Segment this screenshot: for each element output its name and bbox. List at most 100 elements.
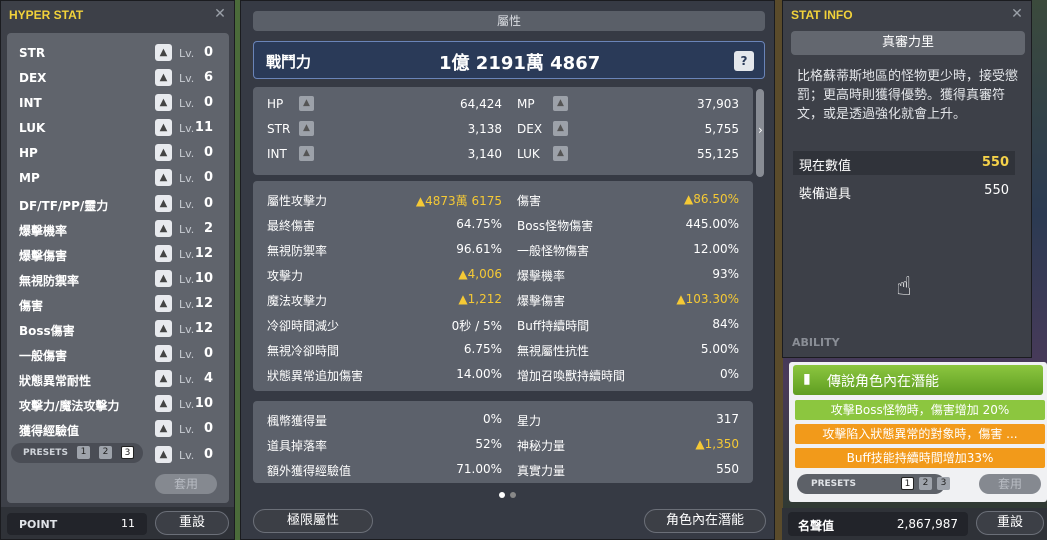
hyper-stat-name: 爆擊傷害 [19, 248, 68, 263]
level-prefix: Lv. [179, 373, 195, 387]
stat-up-button[interactable]: ▲ [299, 146, 314, 161]
level-up-button[interactable]: ▲ [155, 44, 172, 61]
stat-name: 屬性攻擊力 [267, 194, 328, 208]
hyper-stat-name: 無視防禦率 [19, 273, 80, 288]
stat-value: ▲4,006 [458, 267, 502, 281]
hyper-stat-row: INT ▲ Lv. 0 [7, 91, 229, 116]
stat-up-button[interactable]: ▲ [553, 146, 568, 161]
preset-button-1[interactable]: 1 [77, 446, 90, 459]
stat-name: 增加召喚獸持續時間 [517, 369, 626, 383]
ability-apply-button[interactable]: 套用 [979, 474, 1041, 494]
stat-up-button[interactable]: ▲ [299, 121, 314, 136]
hyper-stat-level: 10 [194, 270, 213, 286]
reset-button[interactable]: 重設 [155, 511, 229, 535]
level-up-button[interactable]: ▲ [155, 169, 172, 187]
hyper-stat-row: HP ▲ Lv. 0 [7, 141, 229, 166]
stat-value: 12.00% [693, 242, 739, 256]
stat-up-button[interactable]: ▲ [553, 121, 568, 136]
level-up-button[interactable]: ▲ [155, 144, 172, 162]
stat-window: 屬性 戰鬥力 1億 2191萬 4867 ? HP ▲ 64,424 MP ▲ 37,90… [240, 0, 775, 540]
close-icon[interactable]: ✕ [1010, 7, 1024, 21]
level-up-button[interactable]: ▲ [155, 294, 172, 312]
level-up-button[interactable]: ▲ [155, 345, 172, 363]
hyper-stat-level: 4 [203, 371, 213, 387]
level-up-button[interactable]: ▲ [155, 445, 172, 463]
level-up-button[interactable]: ▲ [155, 320, 172, 338]
hyper-bottom-bar: POINT 11 重設 [1, 507, 234, 539]
current-value-row: 現在數值 550 [793, 151, 1015, 175]
page-dot-1[interactable] [499, 492, 505, 498]
hyper-stat-row: 狀態異常耐性 ▲ Lv. 4 [7, 367, 229, 392]
stat-up-button[interactable]: ▲ [553, 96, 568, 111]
stat-value: 317 [716, 412, 739, 426]
level-up-button[interactable]: ▲ [155, 219, 172, 237]
current-value-label: 現在數值 [799, 159, 852, 174]
level-up-button[interactable]: ▲ [155, 244, 172, 262]
combat-power-label: 戰鬥力 [266, 53, 312, 71]
hyper-stat-name: DEX [19, 71, 47, 86]
hyper-stat-level: 0 [203, 170, 213, 186]
stat-value: 6.75% [463, 342, 502, 356]
ability-header: ▮ 傳說角色內在潛能 [793, 365, 1043, 395]
help-button[interactable]: ? [734, 51, 754, 71]
combat-power-bar: 戰鬥力 1億 2191萬 4867 ? [253, 41, 765, 79]
page-dots [499, 487, 521, 501]
equip-value-row: 裝備道具 550 [793, 179, 1015, 203]
info-subtitle: 真審力里 [791, 31, 1025, 55]
current-value: 550 [981, 155, 1009, 170]
level-prefix: Lv. [179, 297, 195, 311]
level-prefix: Lv. [179, 222, 195, 236]
chevron-right-icon[interactable]: › [758, 123, 763, 137]
stat-value: ▲86.50% [684, 192, 739, 206]
stat-value: 5,755 [704, 122, 739, 136]
ability-preset-2[interactable]: 2 [919, 477, 932, 490]
hyper-stat-row: DF/TF/PP/靈力 ▲ Lv. 0 [7, 192, 229, 217]
hyper-stat-name: HP [19, 146, 38, 161]
level-prefix: Lv. [179, 47, 195, 60]
limit-stat-button[interactable]: 極限屬性 [253, 509, 373, 533]
level-up-button[interactable]: ▲ [155, 94, 172, 112]
stat-name: Boss怪物傷害 [517, 219, 594, 233]
level-up-button[interactable]: ▲ [155, 119, 172, 137]
combat-power-value: 1億 2191萬 4867 [439, 53, 601, 74]
hyper-stat-name: DF/TF/PP/靈力 [19, 198, 109, 213]
level-prefix: Lv. [179, 247, 195, 261]
ability-line-3: Buff技能持續時間增加33% [795, 448, 1045, 468]
ability-preset-1[interactable]: 1 [901, 477, 914, 490]
equip-value: 550 [984, 183, 1009, 198]
ability-reset-button[interactable]: 重設 [976, 511, 1044, 535]
hyper-stat-level: 0 [203, 421, 213, 437]
level-up-button[interactable]: ▲ [155, 194, 172, 212]
hyper-stat-level: 6 [203, 70, 213, 86]
level-up-button[interactable]: ▲ [155, 69, 172, 87]
ability-label: ABILITY [792, 336, 840, 349]
page-dot-2[interactable] [510, 492, 516, 498]
hyper-stat-row: 攻擊力/魔法攻擊力 ▲ Lv. 10 [7, 392, 229, 417]
hyper-stat-name: 爆擊機率 [19, 223, 68, 238]
hyper-stat-row: Boss傷害 ▲ Lv. 12 [7, 317, 229, 342]
preset-button-3[interactable]: 3 [121, 446, 134, 459]
level-up-button[interactable]: ▲ [155, 420, 172, 438]
ability-preset-3[interactable]: 3 [937, 477, 950, 490]
apply-button[interactable]: 套用 [155, 474, 217, 494]
level-prefix: Lv. [179, 97, 195, 111]
level-up-button[interactable]: ▲ [155, 269, 172, 287]
hyper-stat-row: 爆擊傷害 ▲ Lv. 12 [7, 242, 229, 267]
hyper-stat-name: 一般傷害 [19, 349, 68, 364]
window-title: HYPER STAT [9, 8, 84, 22]
hyper-stat-row: STR ▲ Lv. 0 [7, 41, 229, 66]
stat-value: 84% [712, 317, 739, 331]
stat-name: HP [267, 97, 284, 111]
hyper-stat-name: LUK [19, 121, 46, 136]
inner-ability-button[interactable]: 角色內在潛能 [644, 509, 766, 533]
preset-button-2[interactable]: 2 [99, 446, 112, 459]
hyper-stat-level: 0 [203, 446, 213, 462]
level-up-button[interactable]: ▲ [155, 395, 172, 413]
level-up-button[interactable]: ▲ [155, 370, 172, 388]
hyper-stat-level: 10 [194, 396, 213, 412]
stat-name: DEX [517, 122, 543, 136]
stat-value: ▲103.30% [676, 292, 739, 306]
close-icon[interactable]: ✕ [213, 7, 227, 21]
stat-up-button[interactable]: ▲ [299, 96, 314, 111]
detail-stats-box: 屬性攻擊力 ▲4873萬 6175 最終傷害 64.75% 無視防禦率 96.61% 攻擊力… [253, 181, 753, 391]
